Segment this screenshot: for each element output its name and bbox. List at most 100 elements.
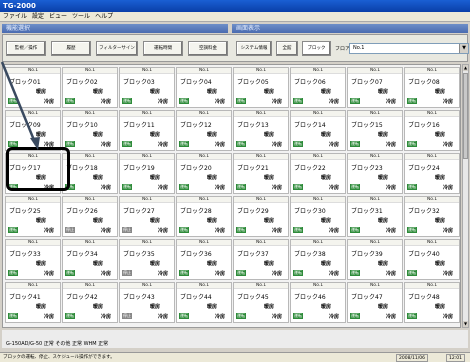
block-cell[interactable]: No.1 ブロック11 暖房 運転 冷房	[119, 110, 175, 151]
block-cell[interactable]: No.1 ブロック38 暖房 運転 冷房	[290, 239, 346, 280]
chevron-down-icon[interactable]: ▼	[459, 44, 468, 53]
whole-building-button[interactable]: 全館	[276, 41, 298, 56]
block-cell[interactable]: No.1 ブロック20 暖房 運転 冷房	[176, 153, 232, 194]
block-cell[interactable]: No.1 ブロック28 暖房 運転 冷房	[176, 196, 232, 237]
block-cell[interactable]: No.1 ブロック05 暖房 運転 冷房	[233, 67, 289, 108]
block-name: ブロック05	[237, 79, 269, 86]
heating-status: 暖房	[150, 218, 161, 224]
block-number: No.1	[348, 111, 402, 117]
floor-select[interactable]: No.1 ▼	[349, 43, 469, 54]
menu-tools[interactable]: ツール	[72, 12, 90, 21]
block-cell[interactable]: No.1 ブロック15 暖房 運転 冷房	[347, 110, 403, 151]
menu-view[interactable]: ビュー	[49, 12, 67, 21]
block-number: No.1	[405, 154, 459, 160]
block-name: ブロック18	[66, 165, 98, 172]
block-cell[interactable]: No.1 ブロック39 暖房 運転 冷房	[347, 239, 403, 280]
block-cell[interactable]: No.1 ブロック02 暖房 運転 冷房	[62, 67, 118, 108]
block-cell[interactable]: No.1 ブロック14 暖房 運転 冷房	[290, 110, 346, 151]
cooling-status: 冷房	[272, 228, 283, 234]
block-number: No.1	[234, 68, 288, 74]
block-number: No.1	[234, 197, 288, 203]
footer-date: 2008/11/06	[396, 354, 428, 362]
block-cell[interactable]: No.1 ブロック09 暖房 運転 冷房	[5, 110, 61, 151]
block-cell[interactable]: No.1 ブロック41 暖房 運転 冷房	[5, 282, 61, 323]
block-cell[interactable]: No.1 ブロック44 暖房 運転 冷房	[176, 282, 232, 323]
block-cell[interactable]: No.1 ブロック35 暖房 停止 冷房	[119, 239, 175, 280]
block-cell[interactable]: No.1 ブロック45 暖房 運転 冷房	[233, 282, 289, 323]
block-cell[interactable]: No.1 ブロック34 暖房 運転 冷房	[62, 239, 118, 280]
scroll-thumb[interactable]	[463, 73, 468, 159]
block-cell[interactable]: No.1 ブロック43 暖房 停止 冷房	[119, 282, 175, 323]
block-cell[interactable]: No.1 ブロック16 暖房 運転 冷房	[404, 110, 460, 151]
operating-time-button[interactable]: 運転時間	[143, 41, 183, 56]
cooling-status: 冷房	[272, 142, 283, 148]
block-name: ブロック12	[180, 122, 212, 129]
block-cell[interactable]: No.1 ブロック47 暖房 運転 冷房	[347, 282, 403, 323]
monitor-operate-button[interactable]: 監視／操作	[6, 41, 46, 56]
block-number: No.1	[405, 240, 459, 246]
block-cell[interactable]: No.1 ブロック26 暖房 停止 冷房	[62, 196, 118, 237]
block-cell[interactable]: No.1 ブロック46 暖房 運転 冷房	[290, 282, 346, 323]
block-cell[interactable]: No.1 ブロック21 暖房 運転 冷房	[233, 153, 289, 194]
operation-badge: 運転	[293, 98, 303, 104]
operation-badge: 運転	[293, 270, 303, 276]
block-cell[interactable]: No.1 ブロック37 暖房 運転 冷房	[233, 239, 289, 280]
scroll-down-icon[interactable]: ▼	[463, 321, 468, 327]
cooling-status: 冷房	[44, 99, 55, 105]
block-cell[interactable]: No.1 ブロック08 暖房 運転 冷房	[404, 67, 460, 108]
ac-charge-button[interactable]: 空調料金	[188, 41, 228, 56]
scroll-up-icon[interactable]: ▲	[463, 65, 468, 71]
block-cell[interactable]: No.1 ブロック07 暖房 運転 冷房	[347, 67, 403, 108]
block-cell[interactable]: No.1 ブロック36 暖房 運転 冷房	[176, 239, 232, 280]
footer-bar: ブロックの運転、停止、スケジュール操作ができます。 2008/11/06 12:…	[0, 352, 470, 362]
block-cell[interactable]: No.1 ブロック40 暖房 運転 冷房	[404, 239, 460, 280]
block-cell[interactable]: No.1 ブロック24 暖房 運転 冷房	[404, 153, 460, 194]
block-cell[interactable]: No.1 ブロック18 暖房 運転 冷房	[62, 153, 118, 194]
heating-status: 暖房	[36, 261, 47, 267]
block-number: No.1	[120, 68, 174, 74]
block-cell[interactable]: No.1 ブロック22 暖房 運転 冷房	[290, 153, 346, 194]
block-cell[interactable]: No.1 ブロック06 暖房 運転 冷房	[290, 67, 346, 108]
block-cell[interactable]: No.1 ブロック42 暖房 運転 冷房	[62, 282, 118, 323]
operation-badge: 停止	[122, 227, 132, 233]
block-cell[interactable]: No.1 ブロック31 暖房 運転 冷房	[347, 196, 403, 237]
heating-status: 暖房	[378, 132, 389, 138]
block-cell[interactable]: No.1 ブロック48 暖房 運転 冷房	[404, 282, 460, 323]
operation-badge: 運転	[407, 227, 417, 233]
block-name: ブロック03	[123, 79, 155, 86]
operation-badge: 運転	[122, 98, 132, 104]
block-cell[interactable]: No.1 ブロック25 暖房 運転 冷房	[5, 196, 61, 237]
block-cell[interactable]: No.1 ブロック04 暖房 運転 冷房	[176, 67, 232, 108]
block-cell[interactable]: No.1 ブロック23 暖房 運転 冷房	[347, 153, 403, 194]
block-cell[interactable]: No.1 ブロック30 暖房 運転 冷房	[290, 196, 346, 237]
block-cell[interactable]: No.1 ブロック12 暖房 運転 冷房	[176, 110, 232, 151]
block-cell[interactable]: No.1 ブロック33 暖房 運転 冷房	[5, 239, 61, 280]
block-cell[interactable]: No.1 ブロック01 暖房 運転 冷房	[5, 67, 61, 108]
block-cell[interactable]: No.1 ブロック13 暖房 運転 冷房	[233, 110, 289, 151]
menu-settings[interactable]: 設定	[32, 12, 44, 21]
block-name: ブロック21	[237, 165, 269, 172]
system-info-button[interactable]: システム情報	[236, 41, 272, 56]
history-button[interactable]: 履歴	[51, 41, 91, 56]
block-cell[interactable]: No.1 ブロック32 暖房 運転 冷房	[404, 196, 460, 237]
block-cell[interactable]: No.1 ブロック19 暖房 運転 冷房	[119, 153, 175, 194]
block-number: No.1	[177, 240, 231, 246]
heating-status: 暖房	[435, 261, 446, 267]
menu-file[interactable]: ファイル	[3, 12, 27, 21]
operation-badge: 運転	[407, 313, 417, 319]
operation-badge: 運転	[122, 184, 132, 190]
filter-sign-button[interactable]: フィルターサイン	[96, 41, 138, 56]
menu-help[interactable]: ヘルプ	[95, 12, 113, 21]
vertical-scrollbar[interactable]: ▲ ▼	[462, 64, 469, 328]
block-name: ブロック30	[294, 208, 326, 215]
operation-badge: 運転	[179, 313, 189, 319]
block-cell[interactable]: No.1 ブロック29 暖房 運転 冷房	[233, 196, 289, 237]
block-number: No.1	[63, 197, 117, 203]
block-cell[interactable]: No.1 ブロック03 暖房 運転 冷房	[119, 67, 175, 108]
block-cell[interactable]: No.1 ブロック27 暖房 停止 冷房	[119, 196, 175, 237]
block-button[interactable]: ブロック	[302, 41, 331, 56]
block-name: ブロック28	[180, 208, 212, 215]
operation-badge: 運転	[8, 98, 18, 104]
block-cell[interactable]: No.1 ブロック10 暖房 運転 冷房	[62, 110, 118, 151]
heating-status: 暖房	[321, 132, 332, 138]
